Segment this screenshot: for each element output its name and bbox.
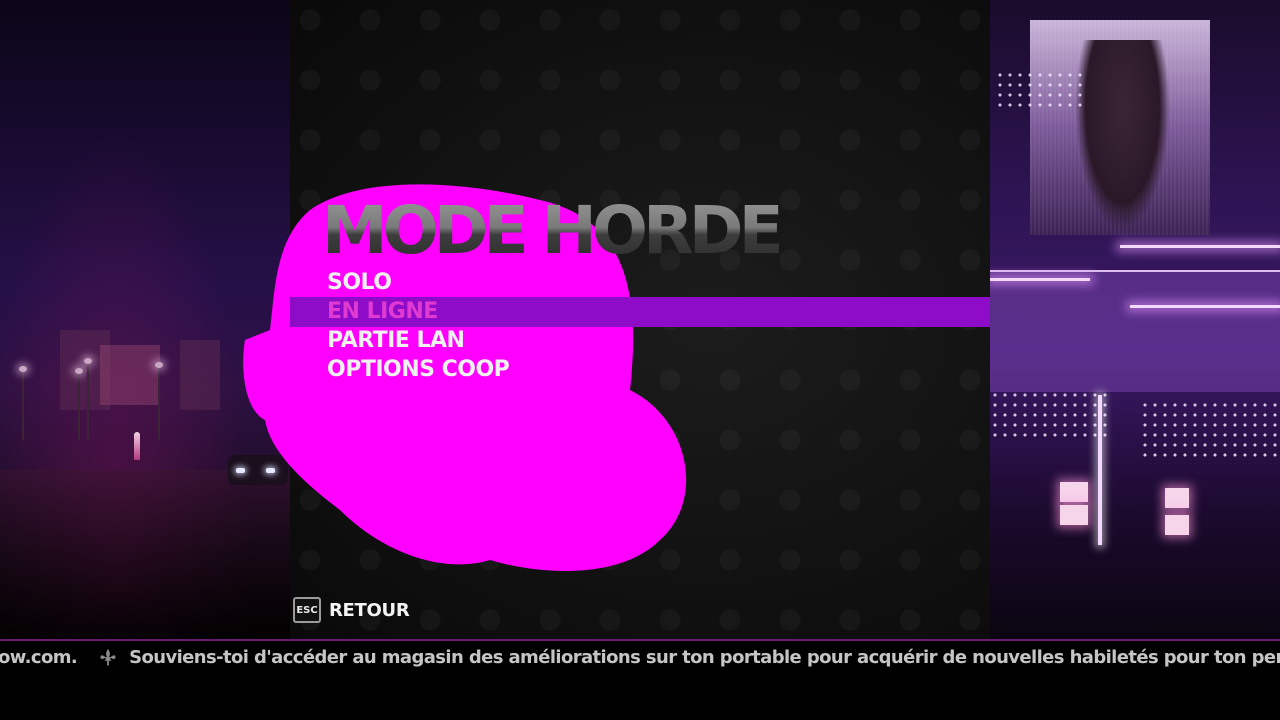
menu-item-label: EN LIGNE (327, 299, 438, 324)
esc-key-icon: ESC (293, 597, 321, 623)
menu-item-label: PARTIE LAN (327, 328, 465, 353)
news-ticker: ow.com. Souviens-toi d'accéder au magasi… (0, 641, 1280, 720)
back-label: RETOUR (329, 599, 410, 621)
right-club-scene (990, 0, 1280, 640)
menu-item-en-ligne[interactable]: EN LIGNE (290, 297, 990, 327)
fleur-de-lis-icon (100, 648, 116, 666)
menu-item-label: OPTIONS COOP (327, 357, 510, 382)
page-title: MODE HORDE (322, 192, 784, 269)
pedestrian-figure (134, 432, 140, 460)
ticker-previous-text: ow.com. (0, 647, 78, 668)
back-button[interactable]: ESC RETOUR (293, 596, 410, 624)
ticker-message: Souviens-toi d'accéder au magasin des am… (129, 647, 1280, 668)
menu-item-options-coop[interactable]: OPTIONS COOP (290, 355, 990, 385)
menu-item-solo[interactable]: SOLO (290, 268, 990, 298)
menu-item-partie-lan[interactable]: PARTIE LAN (290, 326, 990, 356)
menu-item-label: SOLO (327, 270, 392, 295)
